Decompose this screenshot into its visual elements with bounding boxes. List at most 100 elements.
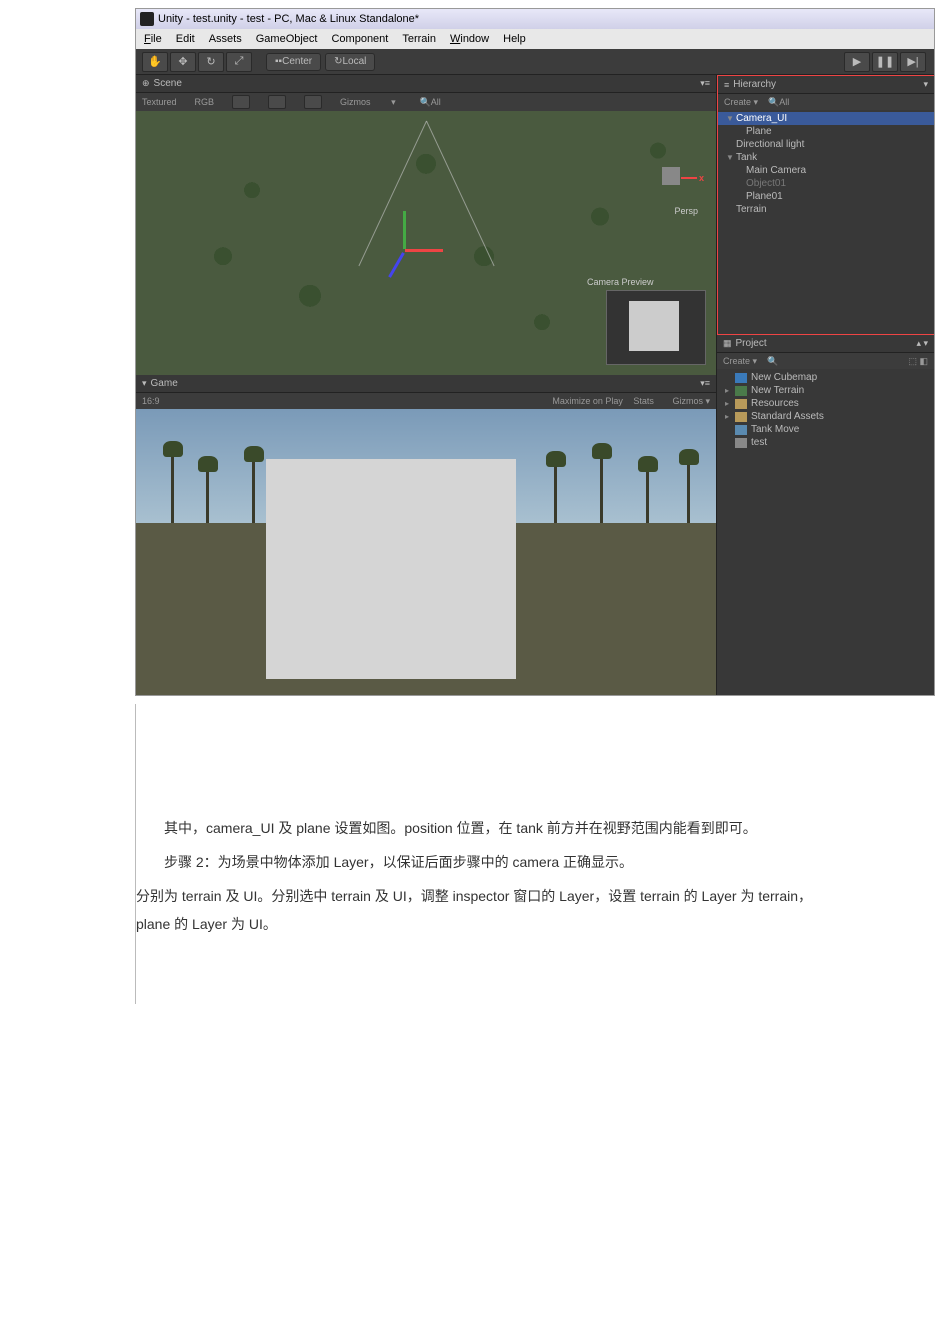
scene-view[interactable]: x Persp Camera Preview xyxy=(136,111,716,375)
article-p3: 分别为 terrain 及 UI。分别选中 terrain 及 UI，调整 in… xyxy=(136,882,815,938)
project-item-new-cubemap[interactable]: New Cubemap xyxy=(717,371,934,384)
scene-tab-label: Scene xyxy=(154,78,182,89)
stats-toggle[interactable]: Stats xyxy=(633,396,654,406)
tab-menu-icon[interactable]: ▴ ▾ xyxy=(916,338,928,349)
scene-gizmos-dropdown[interactable]: Gizmos ▾ xyxy=(340,97,396,108)
project-view-icons[interactable]: ⬚ ◧ xyxy=(908,356,928,367)
scene-render-mode[interactable]: RGB xyxy=(195,97,215,107)
left-column: ⊕ Scene ▾≡ Textured RGB Gizmos ▾ 🔍All xyxy=(136,75,716,695)
project-tab[interactable]: ▦ Project ▴ ▾ xyxy=(717,335,934,353)
game-tab-label: Game xyxy=(151,378,178,389)
hierarchy-panel: ≡ Hierarchy ▾ Create ▾ 🔍All ▼Camera_UI P… xyxy=(717,75,934,335)
menu-gameobject[interactable]: GameObject xyxy=(256,33,318,45)
pivot-local-button[interactable]: ↻ Local xyxy=(325,53,375,71)
tab-menu-icon[interactable]: ▾≡ xyxy=(700,78,710,89)
rotate-tool-button[interactable]: ↻ xyxy=(198,52,224,72)
project-list: New Cubemap ▸New Terrain ▸Resources ▸Sta… xyxy=(717,369,934,695)
hierarchy-item-tank[interactable]: ▼Tank xyxy=(718,151,934,164)
scene-shading-mode[interactable]: Textured xyxy=(142,97,177,107)
gizmo-y-axis[interactable] xyxy=(403,211,406,249)
menu-component[interactable]: Component xyxy=(331,33,388,45)
tree-render xyxy=(252,458,255,523)
orientation-gizmo[interactable]: x xyxy=(646,151,696,201)
project-create-dropdown[interactable]: Create ▾ xyxy=(723,356,757,367)
scene-2d-toggle[interactable] xyxy=(232,95,250,109)
tree-render xyxy=(206,468,209,523)
gizmo-x-axis[interactable] xyxy=(405,249,443,252)
hierarchy-item-plane[interactable]: Plane xyxy=(718,125,934,138)
scale-tool-button[interactable]: ⤢ xyxy=(226,52,252,72)
game-icon: ▾ xyxy=(142,378,147,389)
article-p1: 其中，camera_UI 及 plane 设置如图。position 位置，在 … xyxy=(136,814,815,842)
folder-icon xyxy=(735,412,747,422)
tree-render xyxy=(171,453,174,523)
right-column: ≡ Hierarchy ▾ Create ▾ 🔍All ▼Camera_UI P… xyxy=(716,75,934,695)
camera-preview: Camera Preview xyxy=(606,290,706,365)
gizmo-x-label: x xyxy=(699,173,704,183)
scene-icon: ⊕ xyxy=(142,78,150,89)
scene-audio-toggle[interactable] xyxy=(304,95,322,109)
hierarchy-item-directional-light[interactable]: Directional light xyxy=(718,138,934,151)
hierarchy-item-main-camera[interactable]: Main Camera xyxy=(718,164,934,177)
scene-file-icon xyxy=(735,438,747,448)
hierarchy-create-dropdown[interactable]: Create ▾ xyxy=(724,97,758,108)
project-item-resources[interactable]: ▸Resources xyxy=(717,397,934,410)
article-p2: 步骤 2：为场景中物体添加 Layer，以保证后面步骤中的 camera 正确显… xyxy=(136,848,815,876)
tab-menu-icon[interactable]: ▾ xyxy=(923,79,928,90)
camera-preview-label: Camera Preview xyxy=(587,277,654,287)
menu-file[interactable]: File xyxy=(144,33,162,45)
scene-search[interactable]: 🔍All xyxy=(420,97,441,108)
hand-tool-button[interactable]: ✋ xyxy=(142,52,168,72)
project-icon: ▦ xyxy=(723,338,732,349)
tree-render xyxy=(646,468,649,523)
unity-editor-window: Unity - test.unity - test - PC, Mac & Li… xyxy=(135,8,935,696)
camera-preview-render xyxy=(629,301,679,351)
game-panel: ▾ Game ▾≡ 16:9 Maximize on Play Stats Gi… xyxy=(136,375,716,695)
menu-assets[interactable]: Assets xyxy=(209,33,242,45)
menu-edit[interactable]: Edit xyxy=(176,33,195,45)
hierarchy-icon: ≡ xyxy=(724,80,729,90)
editor-main-area: ⊕ Scene ▾≡ Textured RGB Gizmos ▾ 🔍All xyxy=(136,75,934,695)
game-gizmos-dropdown[interactable]: Gizmos ▾ xyxy=(664,396,710,406)
menu-help[interactable]: Help xyxy=(503,33,526,45)
script-icon xyxy=(735,425,747,435)
terrain-icon xyxy=(735,386,747,396)
game-aspect-dropdown[interactable]: 16:9 xyxy=(142,396,160,406)
game-tab[interactable]: ▾ Game ▾≡ xyxy=(136,375,716,393)
move-tool-button[interactable]: ✥ xyxy=(170,52,196,72)
scene-tab[interactable]: ⊕ Scene ▾≡ xyxy=(136,75,716,93)
projection-label[interactable]: Persp xyxy=(674,206,698,216)
play-button[interactable]: ▶ xyxy=(844,52,870,72)
folder-icon xyxy=(735,399,747,409)
tree-render xyxy=(554,463,557,523)
project-item-new-terrain[interactable]: ▸New Terrain xyxy=(717,384,934,397)
project-search[interactable]: 🔍 xyxy=(767,356,778,367)
cubemap-icon xyxy=(735,373,747,383)
camera-frustum-gizmo xyxy=(356,121,496,261)
project-item-tank-move[interactable]: Tank Move xyxy=(717,423,934,436)
maximize-on-play-toggle[interactable]: Maximize on Play xyxy=(552,396,623,406)
hierarchy-item-plane01[interactable]: Plane01 xyxy=(718,190,934,203)
hierarchy-item-camera-ui[interactable]: ▼Camera_UI xyxy=(718,112,934,125)
ui-plane-render xyxy=(266,459,516,679)
move-gizmo[interactable] xyxy=(385,231,425,271)
unity-logo-icon xyxy=(140,12,154,26)
hierarchy-list: ▼Camera_UI Plane Directional light ▼Tank… xyxy=(718,110,934,334)
hierarchy-tab[interactable]: ≡ Hierarchy ▾ xyxy=(718,76,934,94)
tree-render xyxy=(600,455,603,523)
tab-menu-icon[interactable]: ▾≡ xyxy=(700,378,710,389)
hierarchy-search[interactable]: 🔍All xyxy=(768,97,789,108)
window-title-bar: Unity - test.unity - test - PC, Mac & Li… xyxy=(136,9,934,29)
gizmo-cube-icon[interactable] xyxy=(662,167,680,185)
hierarchy-item-terrain[interactable]: Terrain xyxy=(718,203,934,216)
menu-terrain[interactable]: Terrain xyxy=(402,33,436,45)
step-button[interactable]: ▶| xyxy=(900,52,926,72)
pause-button[interactable]: ❚❚ xyxy=(872,52,898,72)
project-item-test[interactable]: test xyxy=(717,436,934,449)
hierarchy-item-object01[interactable]: Object01 xyxy=(718,177,934,190)
project-item-standard-assets[interactable]: ▸Standard Assets xyxy=(717,410,934,423)
menu-window[interactable]: Window xyxy=(450,33,489,45)
pivot-center-button[interactable]: ▪▪ Center xyxy=(266,53,321,71)
hierarchy-tab-label: Hierarchy xyxy=(733,79,776,90)
scene-light-toggle[interactable] xyxy=(268,95,286,109)
